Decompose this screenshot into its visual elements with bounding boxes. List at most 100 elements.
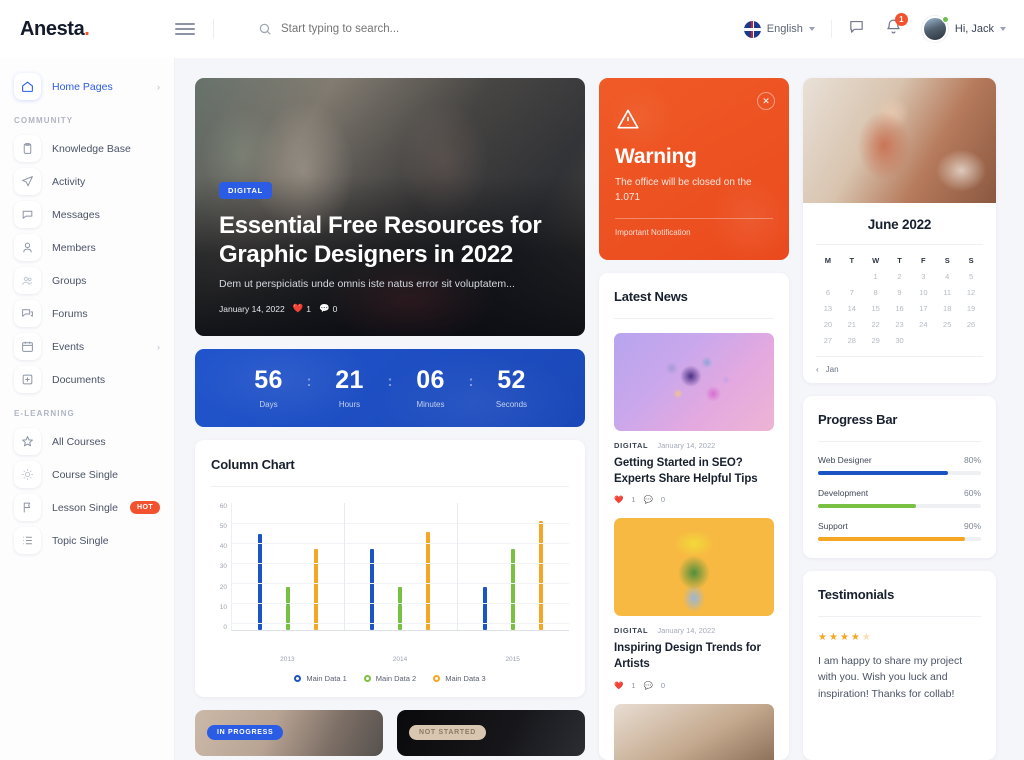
chart-legend-item[interactable]: Main Data 1: [294, 674, 347, 683]
calendar-day[interactable]: 20: [816, 320, 840, 329]
news-date: January 14, 2022: [657, 626, 716, 636]
calendar-day[interactable]: 16: [888, 304, 912, 313]
calendar-day[interactable]: 29: [864, 336, 888, 345]
chevron-right-icon: ›: [157, 81, 160, 92]
countdown-label: Minutes: [416, 399, 445, 409]
menu-toggle-icon[interactable]: [175, 23, 195, 35]
avatar[interactable]: [921, 16, 949, 42]
sidebar-item-lesson-single[interactable]: Lesson Single HOT: [0, 491, 174, 524]
search-bar[interactable]: [232, 22, 744, 36]
calendar-day[interactable]: 11: [935, 288, 959, 297]
sidebar-item-events[interactable]: Events ›: [0, 330, 174, 363]
calendar-day[interactable]: 7: [840, 288, 864, 297]
progress-title: Progress Bar: [818, 412, 898, 427]
messages-button[interactable]: [848, 18, 865, 40]
calendar-prev-nav[interactable]: ‹ Jan: [816, 356, 983, 383]
chart-legend-item[interactable]: Main Data 3: [433, 674, 486, 683]
news-likes-count: 1: [631, 495, 636, 505]
sidebar-item-home-pages[interactable]: Home Pages ›: [0, 70, 174, 103]
course-card-in-progress[interactable]: IN PROGRESS: [195, 710, 383, 756]
news-stats: ❤️ 1 💬 0: [614, 495, 774, 504]
calendar-day[interactable]: 26: [959, 320, 983, 329]
calendar-day[interactable]: 10: [911, 288, 935, 297]
calendar-day[interactable]: 13: [816, 304, 840, 313]
flag-icon: [14, 494, 41, 521]
calendar-day[interactable]: 17: [911, 304, 935, 313]
sidebar-item-activity[interactable]: Activity: [0, 165, 174, 198]
course-card-not-started[interactable]: NOT STARTED: [397, 710, 585, 756]
calendar-day[interactable]: 25: [935, 320, 959, 329]
sidebar-item-messages[interactable]: Messages: [0, 198, 174, 231]
calendar-day[interactable]: 3: [911, 272, 935, 281]
calendar-day[interactable]: 18: [935, 304, 959, 313]
calendar-day[interactable]: 22: [864, 320, 888, 329]
news-stats: ❤️ 1 💬 0: [614, 681, 774, 690]
calendar-day[interactable]: 15: [864, 304, 888, 313]
divider: [614, 318, 774, 319]
sidebar-item-members[interactable]: Members: [0, 231, 174, 264]
notifications-button[interactable]: 1: [885, 13, 908, 40]
list-item[interactable]: [614, 703, 774, 760]
news-date: January 14, 2022: [657, 441, 716, 450]
calendar-day[interactable]: 23: [888, 320, 912, 329]
hero-date: January 14, 2022: [219, 303, 285, 314]
chart-bar[interactable]: [426, 531, 431, 630]
sidebar-item-all-courses[interactable]: All Courses: [0, 425, 174, 458]
hero-likes[interactable]: ❤️ 1: [293, 303, 311, 314]
sidebar-item-topic-single[interactable]: Topic Single: [0, 524, 174, 557]
column-chart-card: Column Chart 60 50 40 30 20 10 0 2013 20…: [195, 440, 585, 697]
news-thumbnail: [614, 703, 774, 760]
calendar-day[interactable]: 28: [840, 336, 864, 345]
chart-x-tick: 2014: [392, 656, 408, 663]
calendar-day[interactable]: 5: [959, 272, 983, 281]
calendar-day[interactable]: 27: [816, 336, 840, 345]
chevron-right-icon: ›: [157, 341, 160, 352]
hero-subtitle: Dem ut perspiciatis unde omnis iste natu…: [219, 278, 515, 290]
primary-column: DIGITAL Essential Free Resources for Gra…: [195, 78, 585, 760]
language-selector[interactable]: English: [743, 20, 815, 38]
calendar-day[interactable]: 4: [935, 272, 959, 281]
calendar-day[interactable]: 6: [816, 288, 840, 297]
calendar-day[interactable]: 9: [888, 288, 912, 297]
sidebar-item-course-single[interactable]: Course Single: [0, 458, 174, 491]
calendar-day[interactable]: 30: [888, 336, 912, 345]
user-chevron-down-icon[interactable]: [1000, 27, 1006, 31]
chart-bar[interactable]: [258, 534, 263, 630]
sidebar-item-forums[interactable]: Forums: [0, 297, 174, 330]
chart-title: Column Chart: [211, 457, 295, 472]
chart-group-divider: [456, 503, 458, 630]
hero-comments[interactable]: 💬 0: [319, 303, 337, 314]
sidebar-item-documents[interactable]: Documents: [0, 363, 174, 396]
chart-bar[interactable]: [370, 548, 375, 630]
legend-marker-icon: [363, 675, 371, 682]
calendar-day[interactable]: 19: [959, 304, 983, 313]
close-icon[interactable]: ✕: [757, 92, 775, 110]
sidebar: Home Pages › COMMUNITY Knowledge Base Ac…: [0, 58, 175, 760]
calendar-day[interactable]: 14: [840, 304, 864, 313]
countdown-unit-hours: 21 Hours: [312, 367, 388, 409]
calendar-day[interactable]: 8: [864, 288, 888, 297]
calendar-day[interactable]: 24: [911, 320, 935, 329]
countdown-value: 56: [254, 365, 283, 394]
calendar-day[interactable]: 21: [840, 320, 864, 329]
search-input[interactable]: [281, 23, 581, 35]
notification-badge: 1: [894, 13, 908, 26]
calendar-day[interactable]: 1: [864, 272, 888, 281]
secondary-column: ✕ Warning The office will be closed on t…: [599, 78, 789, 760]
brand-logo[interactable]: Anesta.: [0, 18, 175, 41]
hero-banner[interactable]: DIGITAL Essential Free Resources for Gra…: [195, 78, 585, 336]
chart-legend-item[interactable]: Main Data 2: [363, 674, 416, 683]
calendar-grid[interactable]: M T W T F S S 1 2 3 4 5 6 7 8 9 10 11 12 13 14 15 16 17 18 19 20 21…: [816, 256, 983, 345]
calendar-day[interactable]: 2: [888, 272, 912, 281]
chart-bar[interactable]: [538, 521, 543, 630]
progress-percent: 90%: [963, 521, 981, 531]
sidebar-item-groups[interactable]: Groups: [0, 264, 174, 297]
list-item[interactable]: DIGITAL January 14, 2022 Getting Started…: [614, 333, 774, 504]
sun-icon: [14, 461, 41, 488]
chart-bar[interactable]: [314, 548, 319, 630]
list-item[interactable]: DIGITAL January 14, 2022 Inspiring Desig…: [614, 518, 774, 690]
sidebar-item-knowledge-base[interactable]: Knowledge Base: [0, 132, 174, 165]
chart-bar[interactable]: [510, 548, 515, 630]
calendar-day[interactable]: 12: [959, 288, 983, 297]
legend-marker-icon: [433, 675, 441, 682]
